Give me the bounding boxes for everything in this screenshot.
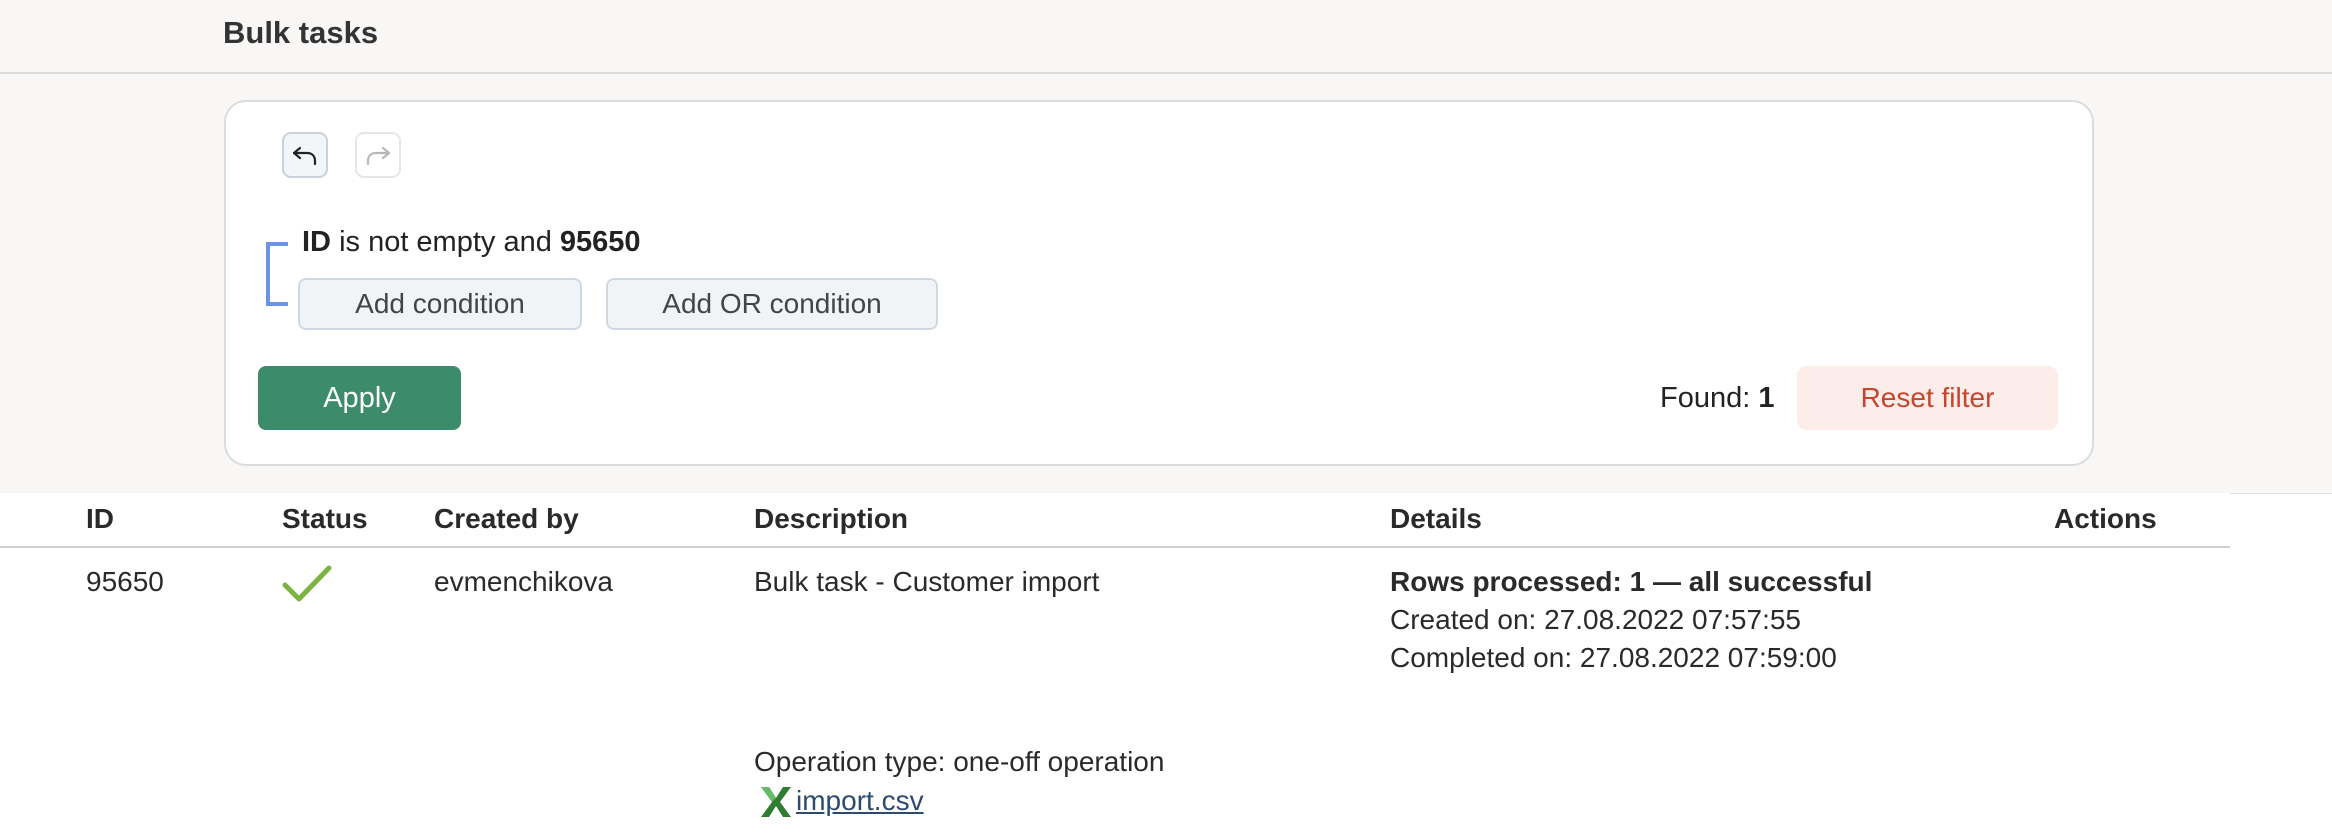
condition-value: 95650 <box>559 226 641 258</box>
column-header-details[interactable]: Details <box>1390 503 1482 535</box>
column-header-created-by[interactable]: Created by <box>434 503 579 535</box>
table-header: ID Status Created by Description Details… <box>0 493 2230 548</box>
found-label: Found: <box>1660 382 1751 414</box>
checkmark-icon <box>282 565 332 602</box>
excel-icon <box>761 787 791 817</box>
undo-button[interactable] <box>282 132 328 178</box>
page-header: Bulk tasks <box>0 0 2332 74</box>
condition-operator: is not empty and <box>339 226 552 258</box>
row-details-completed-on: Completed on: 27.08.2022 07:59:00 <box>1390 642 1837 673</box>
column-header-description[interactable]: Description <box>754 503 908 535</box>
column-header-status[interactable]: Status <box>282 503 368 535</box>
add-or-condition-button[interactable]: Add OR condition <box>606 278 938 330</box>
add-condition-button[interactable]: Add condition <box>298 278 582 330</box>
row-details-created-on: Created on: 27.08.2022 07:57:55 <box>1390 604 1802 635</box>
condition-group-bracket <box>266 242 288 306</box>
reset-filter-button[interactable]: Reset filter <box>1797 366 2058 430</box>
page-title: Bulk tasks <box>223 15 379 50</box>
column-header-actions: Actions <box>2054 503 2157 534</box>
found-value: 1 <box>1758 382 1775 414</box>
row-description: Bulk task - Customer import <box>754 566 1100 597</box>
undo-arrow-icon <box>292 146 317 166</box>
row-id[interactable]: 95650 <box>86 566 164 598</box>
row-details-rows-processed: Rows processed: 1 — all successful <box>1390 566 1873 597</box>
filter-condition[interactable]: ID is not empty and 95650 <box>302 226 641 259</box>
condition-field: ID <box>302 226 331 258</box>
redo-button[interactable] <box>355 132 401 178</box>
redo-arrow-icon <box>366 146 391 166</box>
file-download-link[interactable]: import.csv <box>796 785 924 817</box>
row-created-by: evmenchikova <box>434 566 613 597</box>
row-operation-type: Operation type: one-off operation <box>754 746 1165 777</box>
column-header-id[interactable]: ID <box>86 503 114 535</box>
found-count: Found: 1 <box>1660 382 1775 415</box>
apply-button[interactable]: Apply <box>258 366 461 430</box>
